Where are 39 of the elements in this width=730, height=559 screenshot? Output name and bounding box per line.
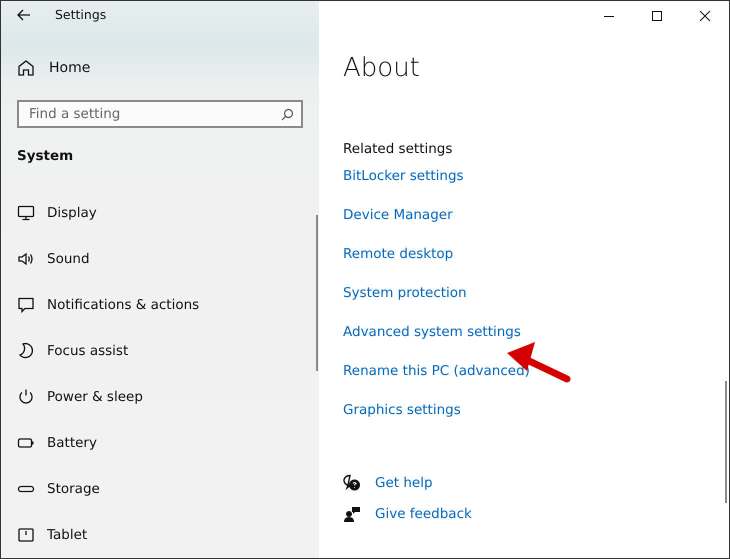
nav-item[interactable]: Storage bbox=[1, 466, 100, 512]
back-arrow-icon bbox=[17, 8, 31, 21]
moon-icon bbox=[17, 342, 35, 360]
tablet-icon bbox=[17, 526, 35, 544]
help-chat-icon bbox=[343, 474, 361, 492]
settings-link[interactable]: BitLocker settings bbox=[343, 165, 464, 204]
search-field[interactable]: Find a setting bbox=[17, 100, 303, 128]
help-link[interactable]: Give feedback bbox=[375, 506, 472, 522]
settings-link[interactable]: Graphics settings bbox=[343, 399, 461, 438]
speaker-icon bbox=[17, 250, 35, 268]
nav-item[interactable]: Display bbox=[1, 190, 97, 236]
window-title: Settings bbox=[55, 7, 106, 22]
person-feedback-icon bbox=[343, 505, 361, 523]
settings-link[interactable]: Advanced system settings bbox=[343, 321, 521, 360]
close-icon bbox=[699, 10, 711, 22]
settings-link[interactable]: Device Manager bbox=[343, 204, 453, 243]
nav-item[interactable]: Notifications & actions bbox=[1, 282, 200, 328]
nav-item[interactable]: Tablet bbox=[1, 512, 88, 558]
nav-item[interactable]: Focus assist bbox=[1, 328, 128, 374]
monitor-icon bbox=[17, 204, 35, 222]
back-button[interactable] bbox=[17, 8, 31, 21]
section-heading: System bbox=[17, 148, 74, 164]
scrollbar[interactable] bbox=[725, 381, 727, 503]
settings-link[interactable]: Rename this PC (advanced) bbox=[343, 360, 530, 399]
home-nav-item[interactable]: Home bbox=[1, 54, 90, 82]
section-heading: Related settings bbox=[343, 141, 452, 157]
power-icon bbox=[17, 388, 35, 406]
maximize-icon bbox=[651, 10, 663, 22]
scrollbar[interactable] bbox=[316, 215, 318, 371]
nav-item[interactable]: Sound bbox=[1, 236, 90, 282]
nav-item[interactable]: Battery bbox=[1, 420, 97, 466]
home-icon bbox=[17, 59, 35, 78]
settings-link[interactable]: Remote desktop bbox=[343, 243, 454, 282]
speech-bubble-icon bbox=[17, 296, 35, 314]
help-link[interactable]: Get help bbox=[375, 475, 433, 491]
search-icon bbox=[281, 108, 294, 121]
settings-link[interactable]: System protection bbox=[343, 282, 467, 321]
page-title: About bbox=[343, 53, 420, 83]
nav-item[interactable]: Power & sleep bbox=[1, 374, 143, 420]
